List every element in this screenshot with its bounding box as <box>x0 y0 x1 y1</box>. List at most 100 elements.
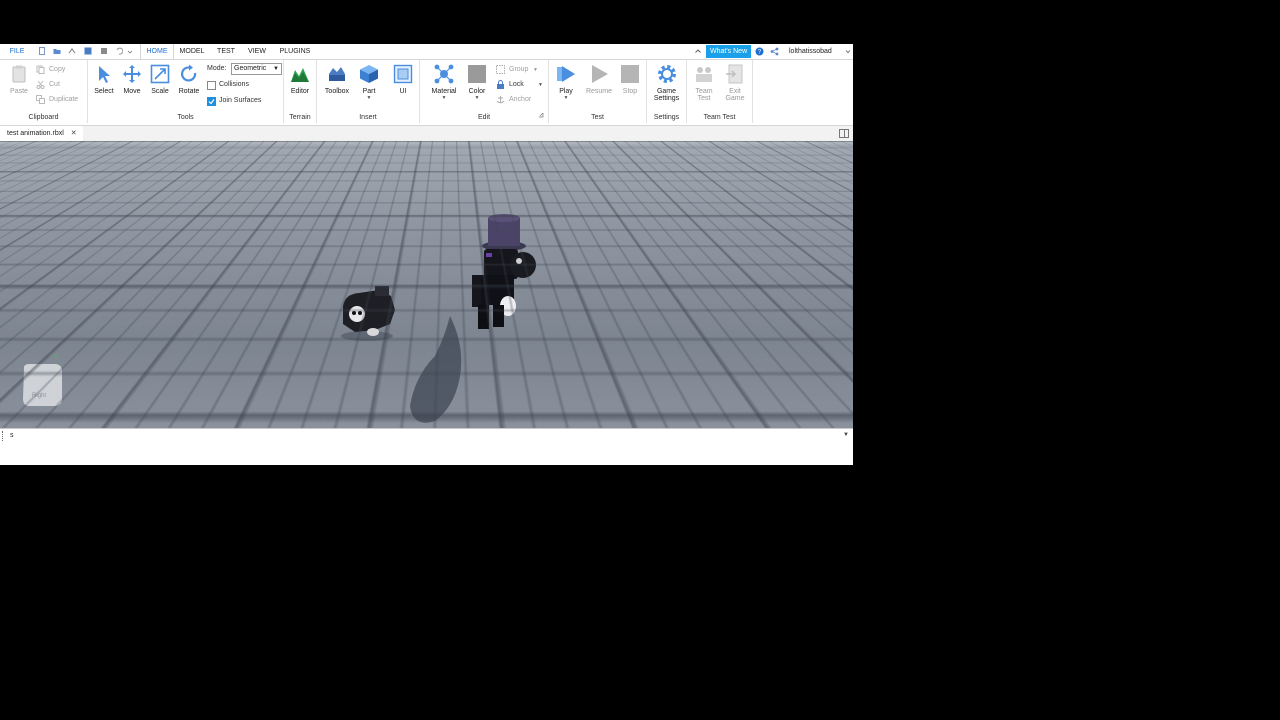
rotate-button[interactable]: Rotate <box>175 64 203 95</box>
command-history-dropdown-icon[interactable]: ▼ <box>843 432 849 438</box>
settings-group: Game Settings Settings <box>647 60 687 123</box>
cut-icon <box>36 80 45 89</box>
customize-chevron-icon[interactable] <box>127 47 133 55</box>
material-button[interactable]: Material ▼ <box>428 64 460 101</box>
help-icon[interactable]: ? <box>755 47 764 56</box>
fallen-character[interactable] <box>335 284 400 344</box>
scale-icon <box>150 64 170 84</box>
exit-game-button[interactable]: Exit Game <box>721 64 749 102</box>
play-dropdown-icon[interactable]: ▼ <box>552 95 580 101</box>
tools-group: Select Move Scale Rotate Mode: Geometric… <box>88 60 284 123</box>
part-button[interactable]: Part ▼ <box>356 64 382 101</box>
anchor-button[interactable]: Anchor <box>509 94 531 106</box>
select-button[interactable]: Select <box>91 64 117 95</box>
terrain-editor-button[interactable]: Editor <box>286 64 314 95</box>
command-bar-grip <box>2 431 5 441</box>
toolbox-button[interactable]: Toolbox <box>321 64 353 95</box>
play-icon <box>557 66 575 82</box>
save-icon[interactable] <box>84 47 92 55</box>
copy-icon <box>36 65 45 74</box>
rotate-icon <box>181 64 197 82</box>
color-label: Color <box>468 88 486 95</box>
mode-select[interactable]: Geometric ▼ <box>231 63 282 75</box>
resume-icon <box>592 65 608 83</box>
group-button[interactable]: Group <box>509 64 528 76</box>
3d-viewport[interactable]: Y Right <box>0 141 853 428</box>
mode-value: Geometric <box>234 65 267 72</box>
terrain-mountain-icon <box>291 68 309 82</box>
insert-group-label: Insert <box>359 114 377 121</box>
material-dropdown-icon[interactable]: ▼ <box>428 95 460 101</box>
duplicate-button[interactable]: Duplicate <box>49 94 78 106</box>
cut-button[interactable]: Cut <box>49 79 60 91</box>
team-test-label-1: Team <box>695 88 713 95</box>
standing-character[interactable] <box>462 213 542 333</box>
team-test-button[interactable]: Team Test <box>690 64 718 102</box>
game-settings-label-1: Game <box>656 88 677 95</box>
paste-button[interactable]: Paste <box>6 64 32 95</box>
undo-icon[interactable] <box>115 47 123 55</box>
tab-model[interactable]: MODEL <box>176 44 208 59</box>
restore-window-icon[interactable] <box>839 129 849 138</box>
checkmark-icon <box>208 99 215 105</box>
duplicate-icon <box>36 95 45 104</box>
ui-button[interactable]: UI <box>390 64 416 95</box>
tab-view[interactable]: VIEW <box>244 44 270 59</box>
publish-icon[interactable] <box>68 47 76 55</box>
team-test-group-label: Team Test <box>703 114 736 121</box>
toolbox-icon <box>329 67 345 81</box>
move-arrows-icon <box>123 65 141 83</box>
view-cube[interactable]: Y Right <box>18 355 68 415</box>
user-menu-chevron-icon[interactable] <box>845 47 851 55</box>
whats-new-button[interactable]: What's New <box>706 45 752 58</box>
team-test-label-2: Test <box>697 95 711 102</box>
join-surfaces-checkbox[interactable] <box>207 97 216 106</box>
document-tab[interactable]: test animation.rbxl ✕ <box>0 126 83 141</box>
toolbox-label: Toolbox <box>324 88 350 95</box>
tab-test[interactable]: TEST <box>212 44 240 59</box>
color-dropdown-icon[interactable]: ▼ <box>464 95 490 101</box>
lock-button[interactable]: Lock <box>509 79 524 91</box>
command-bar: s ▼ <box>0 428 853 444</box>
group-dropdown-icon[interactable]: ▼ <box>533 67 538 73</box>
command-input[interactable]: s <box>10 429 840 443</box>
select-label: Select <box>94 88 114 95</box>
move-button[interactable]: Move <box>119 64 145 95</box>
play-button[interactable]: Play ▼ <box>552 64 580 101</box>
resume-button[interactable]: Resume <box>583 64 615 95</box>
share-icon[interactable] <box>770 47 779 56</box>
ui-frame-icon <box>393 64 413 84</box>
tab-file[interactable]: FILE <box>4 44 30 59</box>
material-label: Material <box>431 88 457 95</box>
document-tab-bar: test animation.rbxl ✕ <box>0 126 853 142</box>
view-cube-face-label: Right <box>32 393 47 399</box>
edit-group-label: Edit <box>477 114 491 121</box>
collapse-ribbon-icon[interactable] <box>694 47 702 55</box>
part-label: Part <box>362 88 376 95</box>
user-account[interactable]: lolthatissobad <box>789 44 832 59</box>
tab-home[interactable]: HOME <box>140 44 174 59</box>
close-tab-icon[interactable]: ✕ <box>71 130 77 137</box>
part-cube-icon <box>360 65 378 83</box>
scale-button[interactable]: Scale <box>147 64 173 95</box>
cursor-arrow-icon <box>99 66 110 83</box>
mode-dropdown-icon: ▼ <box>273 66 279 72</box>
tab-plugins[interactable]: PLUGINS <box>276 44 314 59</box>
material-icon <box>434 64 454 84</box>
scale-label: Scale <box>151 88 169 95</box>
lock-dropdown-icon[interactable]: ▼ <box>538 82 543 88</box>
exit-game-label-1: Exit <box>729 88 741 95</box>
collisions-checkbox[interactable] <box>207 81 216 90</box>
game-settings-button[interactable]: Game Settings <box>650 64 683 102</box>
test-group: Play ▼ Resume Stop Test <box>549 60 647 123</box>
open-place-icon[interactable] <box>53 47 61 55</box>
axis-y-label: Y <box>54 355 59 361</box>
new-file-icon[interactable] <box>38 47 46 55</box>
stop-button[interactable]: Stop <box>617 64 643 95</box>
stop-icon[interactable] <box>100 47 108 55</box>
gear-icon <box>657 65 676 83</box>
team-test-icon <box>696 67 712 82</box>
part-dropdown-icon[interactable]: ▼ <box>356 95 382 101</box>
color-button[interactable]: Color ▼ <box>464 64 490 101</box>
copy-button[interactable]: Copy <box>49 64 65 76</box>
